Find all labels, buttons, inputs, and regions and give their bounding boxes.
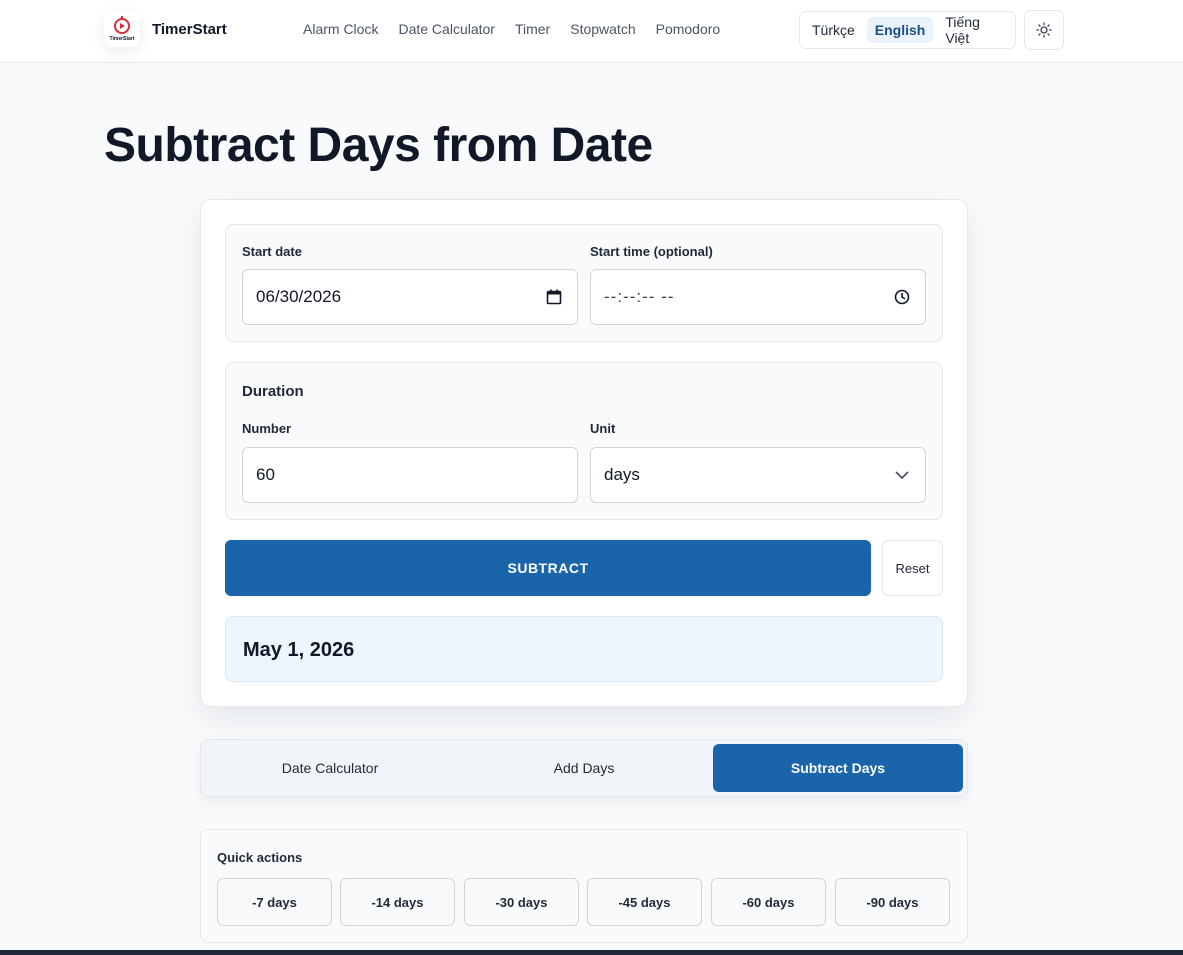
quick-action-button[interactable]: -14 days [340,878,455,926]
tab-add-days[interactable]: Add Days [459,744,709,792]
bottom-edge [0,950,1183,955]
quick-actions-title: Quick actions [217,850,303,865]
start-time-input[interactable]: --:--:-- -- [590,269,926,325]
start-time-label: Start time (optional) [590,244,713,259]
unit-value: days [604,465,640,484]
page-title: Subtract Days from Date [104,119,653,172]
calendar-icon[interactable] [545,288,563,306]
quick-action-button[interactable]: -90 days [835,878,950,926]
theme-toggle-button[interactable] [1024,10,1064,50]
nav-alarm-clock[interactable]: Alarm Clock [303,21,378,37]
start-date-input[interactable]: 06/30/2026 [242,269,578,325]
quick-action-button[interactable]: -30 days [464,878,579,926]
number-input[interactable]: 60 [242,447,578,503]
start-date-value: 06/30/2026 [256,287,342,306]
number-label: Number [242,421,292,436]
nav-timer[interactable]: Timer [515,21,550,37]
nav-date-calculator[interactable]: Date Calculator [398,21,495,37]
quick-action-button[interactable]: -60 days [711,878,826,926]
top-header: TimerStart TimerStart Alarm Clock Date C… [0,0,1183,63]
duration-title: Duration [242,383,304,400]
nav-stopwatch[interactable]: Stopwatch [570,21,635,37]
sun-icon [1036,22,1052,38]
start-date-label: Start date [242,244,302,259]
lang-vietnamese[interactable]: Tiếng Việt [937,9,1011,51]
calculator-tabs: Date Calculator Add Days Subtract Days [200,739,968,797]
svg-text:TimerStart: TimerStart [110,36,135,42]
duration-section: Duration Number 60 Unit days [225,362,943,520]
number-value: 60 [256,465,275,484]
start-section: Start date 06/30/2026 Start time (option… [225,224,943,342]
brand-logo-icon[interactable]: TimerStart [104,11,140,47]
brand-name[interactable]: TimerStart [152,21,227,38]
unit-select[interactable]: days [590,447,926,503]
tab-subtract-days[interactable]: Subtract Days [713,744,963,792]
result-date: May 1, 2026 [243,639,355,661]
unit-label: Unit [590,421,616,436]
lang-turkish[interactable]: Türkçe [804,17,863,43]
result-panel: May 1, 2026 [225,616,943,682]
lang-english[interactable]: English [866,17,934,43]
chevron-down-icon [895,471,909,479]
quick-action-button[interactable]: -7 days [217,878,332,926]
main-nav: Alarm Clock Date Calculator Timer Stopwa… [303,21,720,37]
nav-pomodoro[interactable]: Pomodoro [656,21,721,37]
clock-icon[interactable] [893,288,911,306]
reset-button[interactable]: Reset [882,540,943,596]
subtract-button[interactable]: SUBTRACT [225,540,871,596]
start-time-value: --:--:-- -- [604,287,675,306]
quick-actions-panel: Quick actions -7 days -14 days -30 days … [200,829,968,943]
quick-action-button[interactable]: -45 days [587,878,702,926]
language-switcher: Türkçe English Tiếng Việt [799,11,1016,49]
calculator-card: Start date 06/30/2026 Start time (option… [200,199,968,707]
tab-date-calculator[interactable]: Date Calculator [205,744,455,792]
